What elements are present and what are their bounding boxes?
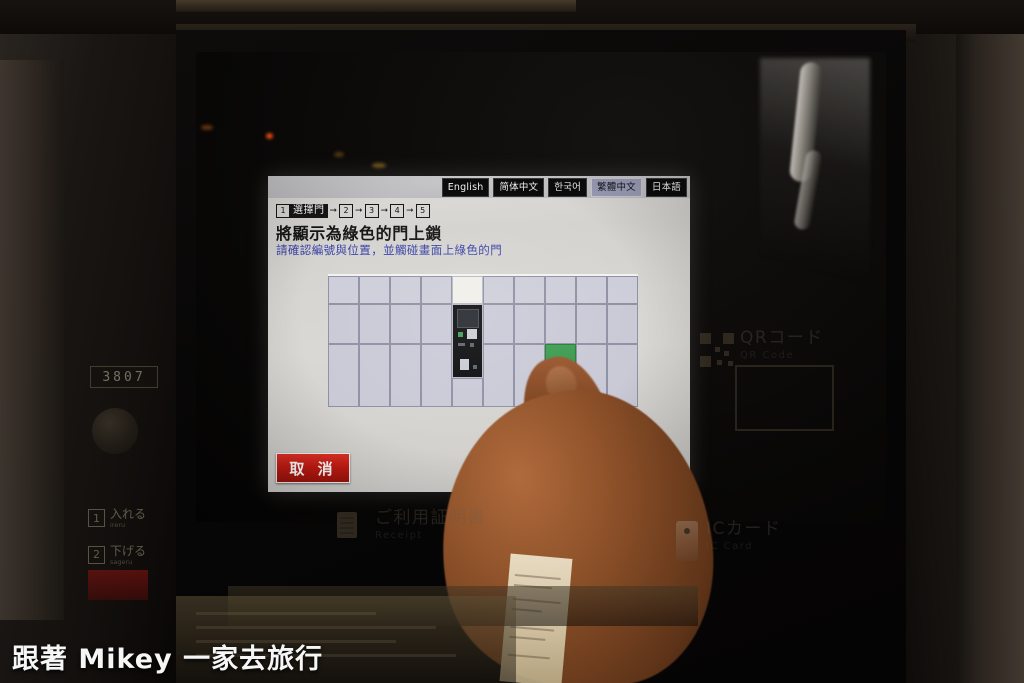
locker-cell[interactable]: [328, 304, 359, 344]
qr-label-en: QR Code: [740, 350, 795, 361]
step-arrow-4: ➞: [406, 206, 414, 216]
instruction-step-2-romaji: sageru: [110, 557, 133, 566]
instruction-step-2-number: 2: [88, 545, 105, 564]
step-arrow-2: ➞: [355, 206, 363, 216]
locker-cell-open[interactable]: [452, 276, 483, 304]
photo-watermark: 跟著 Mikey 一家去旅行: [12, 644, 324, 675]
instruction-step-1-text: 入れる ireru: [110, 508, 146, 529]
terminal-card-reader-icon: [460, 359, 469, 370]
instruction-step-1: 1 入れる ireru: [88, 508, 164, 529]
locker-cell[interactable]: [390, 304, 421, 344]
instruction-step-2: 2 下げる sageru: [88, 545, 164, 566]
receipt-label-en: Receipt: [375, 530, 423, 541]
cancel-button[interactable]: 取 消: [276, 453, 350, 483]
instruction-step-1-romaji: ireru: [110, 521, 126, 529]
language-selector[interactable]: English 简体中文 한국어 繁體中文 日本語: [441, 178, 687, 197]
locker-cell[interactable]: [359, 304, 390, 344]
step-1-number: 1: [276, 204, 290, 218]
status-led-red: [266, 133, 273, 139]
locker-cell[interactable]: [483, 276, 514, 304]
lang-button-simplified-chinese[interactable]: 简体中文: [493, 178, 545, 197]
locker-cell[interactable]: [452, 378, 483, 407]
locker-cell[interactable]: [607, 304, 638, 344]
status-led-dim-2: [372, 163, 386, 168]
step-indicator: 1 選擇門 ➞ 2 ➞ 3 ➞ 4 ➞ 5: [276, 204, 430, 218]
status-led-amber: [201, 125, 213, 130]
instruction-step-2-text: 下げる sageru: [110, 545, 146, 566]
locker-cell[interactable]: [328, 276, 359, 304]
locker-cell[interactable]: [576, 276, 607, 304]
locker-cell[interactable]: [359, 344, 390, 407]
locker-cell[interactable]: [514, 276, 545, 304]
room-wall-right-highlight: [956, 0, 1024, 683]
step-3-number: 3: [364, 204, 379, 218]
locker-cell[interactable]: [421, 304, 452, 344]
instruction-step-1-number: 1: [88, 509, 105, 528]
room-wall-left-highlight: [0, 60, 64, 620]
locker-cell[interactable]: [390, 344, 421, 407]
receipt-icon: [337, 512, 357, 538]
locker-cell[interactable]: [607, 276, 638, 304]
instruction-step-1-ja: 入れる: [110, 507, 147, 521]
locker-cell[interactable]: [421, 276, 452, 304]
locker-cell[interactable]: [514, 304, 545, 344]
lang-button-traditional-chinese[interactable]: 繁體中文: [591, 178, 642, 197]
locker-cell[interactable]: [328, 344, 359, 407]
step-1-label: 選擇門: [290, 204, 328, 218]
receipt-label: ご利用証明書 Receipt: [375, 508, 486, 542]
qr-label-ja: QRコード: [740, 328, 824, 348]
qr-label: QRコード QR Code: [740, 328, 824, 362]
lang-button-english[interactable]: English: [441, 178, 490, 197]
photo-scene: English 简体中文 한국어 繁體中文 日本語 1 選擇門 ➞ 2 ➞ 3 …: [0, 0, 1024, 683]
step-2-number: 2: [339, 204, 354, 218]
qr-code-icon: [700, 333, 734, 367]
locker-number-placard: 3807: [90, 366, 158, 388]
step-4-number: 4: [390, 204, 405, 218]
terminal-led-icon: [473, 365, 477, 369]
locker-cell[interactable]: [390, 276, 421, 304]
receipt-label-ja: ご利用証明書: [375, 508, 486, 528]
terminal-screen-icon: [457, 309, 479, 328]
ic-card-label-en: IC Card: [706, 541, 754, 552]
instruction-step-2-ja: 下げる: [110, 543, 147, 558]
ic-card-reader-pad[interactable]: [676, 521, 698, 561]
locker-cell[interactable]: [483, 344, 514, 407]
status-led-dim-1: [334, 152, 344, 157]
locker-cell[interactable]: [421, 344, 452, 407]
lang-button-korean[interactable]: 한국어: [548, 178, 588, 197]
step-arrow-3: ➞: [380, 206, 389, 216]
kiosk-top-trim: [176, 0, 576, 12]
terminal-keypad-icon: [467, 329, 477, 339]
ic-card-reader-dot: [684, 528, 690, 534]
locker-terminal-panel: [452, 304, 483, 378]
ic-card-label-ja: ICカード: [706, 519, 782, 539]
locker-cell[interactable]: [359, 276, 390, 304]
page-title: 將顯示為綠色的門上鎖: [276, 224, 443, 243]
terminal-slot-icon: [458, 343, 465, 346]
step-arrow-1: ➞: [329, 206, 338, 216]
locker-red-indicator: [88, 570, 148, 600]
lang-button-japanese[interactable]: 日本語: [645, 178, 687, 197]
terminal-indicator-icon: [470, 343, 474, 347]
step-5-number: 5: [415, 204, 430, 218]
locker-cell[interactable]: [483, 304, 514, 344]
locker-lock-knob: [92, 408, 138, 454]
locker-cell[interactable]: [545, 276, 576, 304]
locker-cell[interactable]: [576, 304, 607, 344]
qr-scan-frame[interactable]: [735, 365, 834, 431]
ic-card-label: ICカード IC Card: [706, 519, 782, 553]
terminal-green-button-icon: [458, 332, 463, 337]
locker-cell[interactable]: [545, 304, 576, 344]
page-subtitle: 請確認編號與位置，並觸碰畫面上綠色的門: [276, 243, 503, 257]
